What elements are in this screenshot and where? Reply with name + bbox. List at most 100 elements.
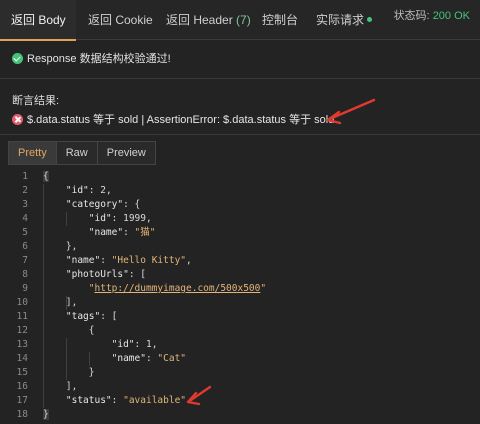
line-number: 18 xyxy=(16,409,28,420)
code-token: : [ xyxy=(128,269,146,280)
response-validation-text: Response 数据结构校验通过! xyxy=(27,53,171,65)
code-token: { xyxy=(43,325,95,336)
tab-console-label: 控制台 xyxy=(262,13,299,27)
code-token: "Hello Kitty" xyxy=(111,255,187,266)
raw-button[interactable]: Raw xyxy=(55,141,98,165)
code-token: } xyxy=(43,409,49,420)
line-number: 6 xyxy=(22,241,28,252)
assertion-title: 断言结果: xyxy=(12,95,60,107)
view-mode-toggle: Pretty Raw Preview xyxy=(8,141,156,165)
code-token: " xyxy=(260,283,267,294)
code-line: "name": "猫" xyxy=(43,226,156,240)
code-token: ], xyxy=(43,381,78,392)
json-viewer[interactable]: 1 2 3 4 5 6 7 8 9 10 11 12 13 14 15 16 17 18 { "id": 2, "… xyxy=(0,170,480,424)
code-line: "tags": [ xyxy=(43,310,118,324)
code-line: "id": 1999, xyxy=(43,212,152,226)
line-number-gutter: 1 2 3 4 5 6 7 8 9 10 11 12 13 14 15 16 17 18 xyxy=(0,170,36,424)
tab-cookie[interactable]: 返回 Cookie xyxy=(88,0,153,40)
tab-actual-request[interactable]: 实际请求 xyxy=(316,0,373,40)
code-line: "id": 2, xyxy=(43,184,112,198)
code-token: 1999 xyxy=(123,213,146,224)
code-token: "name" xyxy=(88,227,124,238)
line-number: 15 xyxy=(16,367,28,378)
status-badge: 200 OK xyxy=(432,10,470,22)
code-line: }, xyxy=(43,240,77,254)
tab-body[interactable]: 返回 Body xyxy=(0,0,76,41)
code-token: "id" xyxy=(65,185,89,196)
code-token: "猫" xyxy=(134,227,156,238)
code-line: "category": { xyxy=(43,198,140,212)
green-dot-icon xyxy=(367,17,373,23)
pretty-button[interactable]: Pretty xyxy=(8,141,57,165)
code-line: } xyxy=(43,366,95,380)
code-token: "status" xyxy=(65,395,112,406)
error-circle-icon xyxy=(12,113,23,125)
code-token: : xyxy=(88,185,101,196)
divider xyxy=(0,78,480,79)
code-line: "id": 1, xyxy=(43,338,158,352)
code-token: ], xyxy=(43,297,78,308)
assertion-message: $.data.status 等于 sold | AssertionError: … xyxy=(27,114,335,126)
code-token: , xyxy=(151,339,158,350)
tab-cookie-label: 返回 Cookie xyxy=(88,13,153,27)
code-token: } xyxy=(43,367,95,378)
divider xyxy=(0,134,480,135)
status-code: 状态码: 200 OK xyxy=(394,0,470,40)
code-token: "name" xyxy=(111,353,146,364)
code-token: "id" xyxy=(111,339,135,350)
code-line: "name": "Cat" xyxy=(43,352,186,366)
code-token: "available" xyxy=(123,395,187,406)
line-number: 11 xyxy=(16,311,28,322)
code-token: , xyxy=(186,255,192,266)
line-number: 7 xyxy=(22,255,28,266)
line-number: 17 xyxy=(16,395,28,406)
response-validation: Response 数据结构校验通过! xyxy=(12,50,171,68)
line-number: 14 xyxy=(16,353,28,364)
code-line: } xyxy=(43,408,49,422)
tab-header[interactable]: 返回 Header (7) xyxy=(166,0,251,40)
assertion-result: $.data.status 等于 sold | AssertionError: … xyxy=(12,112,334,128)
code-token: : xyxy=(111,395,124,406)
response-tabs: 返回 Body 返回 Cookie 返回 Header (7) 控制台 实际请求… xyxy=(0,0,480,41)
line-number: 13 xyxy=(16,339,28,350)
code-token: "tags" xyxy=(65,311,101,322)
code-token: { xyxy=(43,171,49,182)
response-panel: 返回 Body 返回 Cookie 返回 Header (7) 控制台 实际请求… xyxy=(0,0,480,424)
line-number: 4 xyxy=(22,213,28,224)
line-number: 8 xyxy=(22,269,28,280)
code-line: "photoUrls": [ xyxy=(43,268,146,282)
line-number: 2 xyxy=(22,185,28,196)
code-token: http://dummyimage.com/500x500 xyxy=(94,283,261,294)
code-line: { xyxy=(43,170,49,184)
code-line: ], xyxy=(43,380,77,394)
line-number: 16 xyxy=(16,381,28,392)
annotation-arrow-icon xyxy=(186,385,212,406)
code-token: : { xyxy=(123,199,141,210)
code-token: : [ xyxy=(100,311,118,322)
code-token: : xyxy=(100,255,112,266)
code-line: "name": "Hello Kitty", xyxy=(43,254,192,268)
code-line: "status": "available" xyxy=(43,394,186,408)
line-number: 1 xyxy=(22,171,28,182)
line-number: 12 xyxy=(16,325,28,336)
tab-actual-request-label: 实际请求 xyxy=(316,13,365,27)
header-count-badge: (7) xyxy=(236,13,251,27)
preview-button[interactable]: Preview xyxy=(96,141,156,165)
code-token: , xyxy=(146,213,152,224)
code-line: ], xyxy=(43,296,77,310)
code-line: "http://dummyimage.com/500x500" xyxy=(43,282,266,296)
tab-body-label: 返回 Body xyxy=(11,13,66,27)
code-token: "photoUrls" xyxy=(65,269,129,280)
code-token: "name" xyxy=(65,255,101,266)
tab-console[interactable]: 控制台 xyxy=(262,0,298,40)
